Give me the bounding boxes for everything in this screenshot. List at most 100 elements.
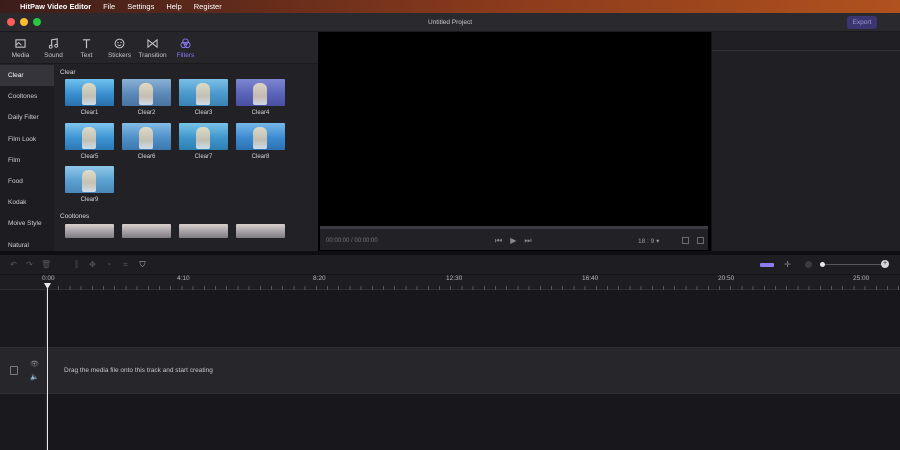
category-food[interactable]: Food (0, 171, 54, 192)
library-panel: Media Sound Text Stickers Transition Fil… (0, 32, 318, 251)
ruler-label: 25:00 (853, 275, 870, 282)
menu-help[interactable]: Help (166, 2, 181, 11)
zoom-in-icon[interactable]: + (881, 260, 889, 268)
filter-item[interactable]: Clear1 (61, 79, 118, 123)
category-moive-style[interactable]: Moive Style (0, 213, 54, 234)
filter-thumbnail (122, 122, 171, 150)
tab-filters-label: Filters (176, 51, 195, 59)
filter-thumbnail (236, 122, 285, 150)
snapshot-icon[interactable] (682, 237, 689, 244)
smiley-icon (114, 38, 125, 48)
zoom-window-button[interactable] (33, 18, 41, 26)
previous-frame-icon[interactable]: ⏮ (495, 236, 502, 246)
filter-category-list: Clear Cooltones Daily Filter Film Look F… (0, 65, 54, 251)
tab-stickers[interactable]: Stickers (103, 32, 136, 64)
traffic-lights (7, 18, 41, 26)
tab-sound-label: Sound (44, 51, 63, 59)
export-button[interactable]: Export (847, 16, 877, 29)
filter-label: Clear5 (80, 153, 99, 160)
filter-label: Clear3 (194, 110, 213, 116)
tab-media[interactable]: Media (4, 32, 37, 64)
filter-thumbnail (122, 79, 171, 106)
fullscreen-icon[interactable] (697, 237, 704, 244)
filter-item[interactable] (175, 223, 232, 252)
snap-toggle-icon[interactable] (760, 263, 774, 267)
music-note-icon (48, 37, 59, 49)
filter-item[interactable]: Clear8 (232, 122, 289, 167)
menu-app-name[interactable]: HitPaw Video Editor (20, 2, 91, 11)
section-title-cooltones: Cooltones (60, 212, 90, 220)
speed-icon[interactable]: ◔ (104, 260, 113, 269)
library-tabs: Media Sound Text Stickers Transition Fil… (0, 32, 318, 64)
mac-menubar: HitPaw Video Editor File Settings Help R… (0, 0, 900, 251)
menu-settings[interactable]: Settings (127, 2, 154, 11)
zoom-out-icon[interactable] (805, 261, 812, 268)
filter-label: Clear9 (80, 197, 99, 203)
crop-icon[interactable]: ⌗ (121, 260, 130, 269)
filter-thumbnail (65, 122, 114, 150)
filter-item[interactable]: Clear9 (61, 166, 118, 210)
filter-item[interactable]: Clear4 (232, 79, 289, 123)
crop-move-icon[interactable]: ✥ (88, 260, 97, 269)
audio-track[interactable] (48, 394, 900, 450)
zoom-fit-icon[interactable]: ✛ (783, 260, 792, 269)
filter-item[interactable]: Clear7 (175, 122, 232, 167)
video-preview[interactable] (318, 32, 711, 251)
speaker-icon[interactable]: 🔈 (30, 373, 39, 381)
category-daily-filter[interactable]: Daily Filter (0, 107, 54, 128)
filter-item[interactable]: Clear3 (175, 79, 232, 123)
properties-panel (711, 32, 900, 251)
filter-thumbnail (122, 223, 171, 238)
aspect-ratio-select[interactable]: 18 : 9 ▾ (638, 237, 659, 245)
preview-controls: 00:00:00 / 00:00:00 ⏮ ▶ ⏭ 18 : 9 ▾ (320, 226, 708, 250)
filter-label: Clear7 (194, 153, 213, 160)
tab-sound[interactable]: Sound (37, 32, 70, 64)
playhead[interactable] (47, 283, 48, 450)
tab-transition-label: Transition (138, 51, 167, 59)
zoom-slider-handle[interactable] (820, 262, 825, 267)
overlay-track[interactable] (48, 290, 900, 346)
close-window-button[interactable] (7, 18, 15, 26)
ruler-label: 0:00 (42, 275, 55, 282)
undo-icon[interactable]: ↶ (9, 260, 18, 269)
filter-thumbnail (179, 122, 228, 150)
tab-transition[interactable]: Transition (136, 32, 169, 64)
split-icon[interactable]: ⫿ (72, 260, 81, 269)
filter-item[interactable] (61, 223, 118, 252)
category-film[interactable]: Film (0, 150, 54, 171)
minimize-window-button[interactable] (20, 18, 28, 26)
category-cooltones[interactable]: Cooltones (0, 86, 54, 107)
filter-item[interactable] (232, 223, 289, 252)
zoom-slider[interactable] (820, 264, 882, 265)
filter-item[interactable]: Clear5 (61, 122, 118, 167)
menu-register[interactable]: Register (194, 2, 222, 11)
category-film-look[interactable]: Film Look (0, 129, 54, 150)
media-icon (15, 38, 26, 48)
tab-stickers-label: Stickers (107, 51, 132, 59)
category-kodak[interactable]: Kodak (0, 192, 54, 213)
next-frame-icon[interactable]: ⏭ (524, 236, 531, 246)
filter-thumbnail (179, 223, 228, 238)
playback-time: 00:00:00 / 00:00:00 (326, 238, 378, 244)
timeline-toolbar: ↶ ↷ 🗑 ⫿ ✥ ◔ ⌗ ⛉ ✛ + (0, 255, 900, 275)
ruler-label: 8:20 (313, 275, 326, 282)
film-strip-icon (10, 366, 18, 375)
redo-icon[interactable]: ↷ (25, 260, 34, 269)
main-track[interactable]: 👁 🔈 Drag the media file onto this track … (0, 347, 900, 394)
menu-file[interactable]: File (103, 2, 115, 11)
play-icon[interactable]: ▶ (510, 236, 516, 246)
ruler-label: 16:40 (582, 275, 599, 282)
delete-icon[interactable]: 🗑 (41, 260, 51, 269)
eye-icon[interactable]: 👁 (30, 360, 39, 368)
filter-thumbnail (65, 166, 114, 193)
filter-item[interactable] (118, 223, 175, 252)
shield-icon[interactable]: ⛉ (138, 260, 147, 269)
tab-filters[interactable]: Filters (169, 32, 202, 64)
filter-item[interactable]: Clear2 (118, 79, 175, 123)
tab-text[interactable]: Text (70, 32, 103, 64)
filter-label: Clear6 (137, 153, 156, 160)
window-title: Untitled Project (427, 18, 473, 26)
category-clear[interactable]: Clear (0, 65, 54, 87)
filter-item[interactable]: Clear6 (118, 122, 175, 167)
timeline-ruler[interactable]: 0:00 4:10 8:20 12:30 16:40 20:50 25:00 (0, 275, 900, 290)
